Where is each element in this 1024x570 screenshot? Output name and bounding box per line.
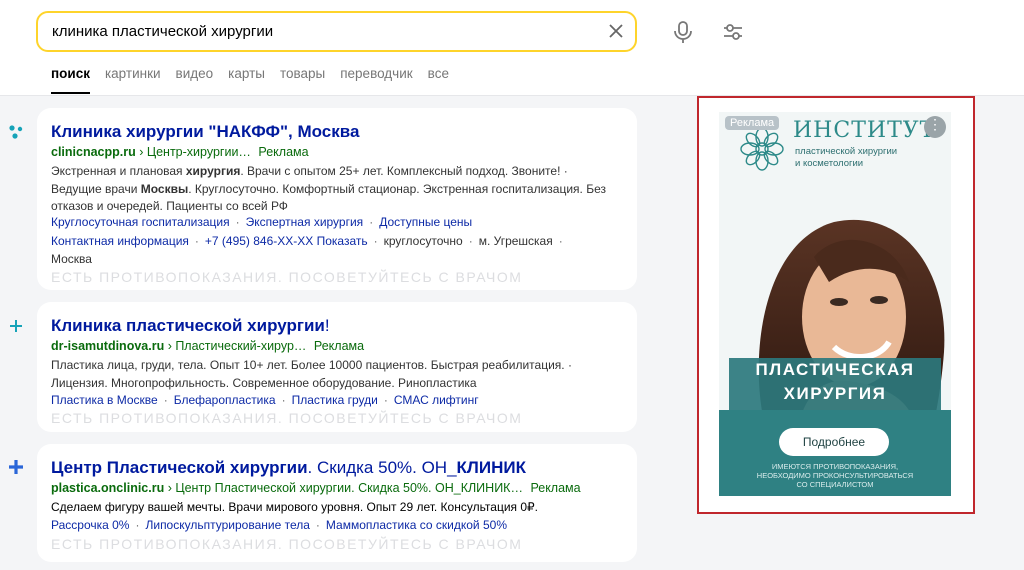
ad-footer: Подробнее ИМЕЮТСЯ ПРОТИВОПОКАЗАНИЯ, НЕОБХ… xyxy=(719,410,951,496)
ad-block-highlight: ИНСТИТУТ пластической хирургии и косметол… xyxy=(697,96,975,514)
display-ad[interactable]: ИНСТИТУТ пластической хирургии и косметол… xyxy=(719,112,951,496)
result-title[interactable]: Центр Пластической хирургии. Скидка 50%.… xyxy=(51,458,526,478)
result-title[interactable]: Клиника хирургии "НАКФФ", Москва xyxy=(51,122,359,142)
tab-translator[interactable]: переводчик xyxy=(340,66,412,94)
sitelink[interactable]: СМАС лифтинг xyxy=(394,393,479,407)
search-tabs: поиск картинки видео карты товары перево… xyxy=(51,66,464,94)
tab-video[interactable]: видео xyxy=(176,66,214,94)
search-input[interactable]: клиника пластической хирургии xyxy=(36,11,637,52)
result-url[interactable]: plastica.onclinic.ru › Центр Пластическо… xyxy=(51,481,581,495)
contact-link[interactable]: Контактная информация xyxy=(51,234,189,248)
search-result: Клиника хирургии "НАКФФ", Москва clinicn… xyxy=(37,108,637,290)
result-url[interactable]: clinicnacpp.ru › Центр-хирургии… Реклама xyxy=(51,145,309,159)
header: клиника пластической хирургии поиск карт… xyxy=(0,0,1024,96)
close-icon[interactable] xyxy=(607,22,625,40)
ad-brand: ИНСТИТУТ xyxy=(793,118,936,143)
city: Москва xyxy=(51,252,92,266)
plus-icon xyxy=(10,320,22,332)
ad-badge: Реклама xyxy=(313,339,365,353)
sitelink[interactable]: Липоскульптурирование тела xyxy=(145,518,309,532)
search-result: Клиника пластической хирургии! dr-isamut… xyxy=(37,302,637,432)
ad-disclaimer: ИМЕЮТСЯ ПРОТИВОПОКАЗАНИЯ, НЕОБХОДИМО ПРОК… xyxy=(756,462,914,489)
ad-subtitle: пластической хирургии и косметологии xyxy=(795,146,898,169)
phone-link[interactable]: +7 (495) 846-ХХ-ХХ Показать xyxy=(205,234,368,248)
tab-products[interactable]: товары xyxy=(280,66,325,94)
disclaimer: ЕСТЬ ПРОТИВОПОКАЗАНИЯ. ПОСОВЕТУЙТЕСЬ С В… xyxy=(51,410,523,426)
cluster-icon xyxy=(9,125,23,139)
sitelink[interactable]: Экспертная хирургия xyxy=(246,215,364,229)
more-icon[interactable]: ⋮ xyxy=(924,116,946,138)
result-url[interactable]: dr-isamutdinova.ru › Пластический-хирур…… xyxy=(51,339,364,353)
sitelinks: Круглосуточная госпитализация · Экспертная… xyxy=(51,215,473,229)
flower-logo-icon xyxy=(740,127,784,171)
sitelinks: Пластика в Москве · Блефаропластика · Пласти… xyxy=(51,393,479,407)
ad-label: Реклама xyxy=(725,116,780,130)
sitelink[interactable]: Рассрочка 0% xyxy=(51,518,129,532)
contact-row: Контактная информация · +7 (495) 846-ХХ-ХХ… xyxy=(51,234,563,248)
result-snippet: Сделаем фигуру вашей мечты. Врачи мирово… xyxy=(51,500,538,514)
result-snippet: Пластика лица, груди, тела. Опыт 10+ лет… xyxy=(51,358,572,390)
tab-maps[interactable]: карты xyxy=(228,66,265,94)
sitelink[interactable]: Пластика груди xyxy=(292,393,378,407)
more-button[interactable]: Подробнее xyxy=(779,428,889,456)
search-query[interactable]: клиника пластической хирургии xyxy=(52,23,273,40)
sitelink[interactable]: Блефаропластика xyxy=(174,393,276,407)
disclaimer: ЕСТЬ ПРОТИВОПОКАЗАНИЯ. ПОСОВЕТУЙТЕСЬ С В… xyxy=(51,269,523,285)
tab-search[interactable]: поиск xyxy=(51,66,90,94)
sitelink[interactable]: Маммопластика со скидкой 50% xyxy=(326,518,507,532)
tab-images[interactable]: картинки xyxy=(105,66,161,94)
ad-badge: Реклама xyxy=(530,481,581,495)
result-snippet: Экстренная и плановая хирургия. Врачи с … xyxy=(51,164,606,213)
filters-icon[interactable] xyxy=(721,20,745,44)
metro: м. Угрешская xyxy=(478,234,553,248)
plus-blue-icon xyxy=(9,460,23,474)
microphone-icon[interactable] xyxy=(672,20,694,44)
result-title[interactable]: Клиника пластической хирургии! xyxy=(51,316,330,336)
ad-headline: ПЛАСТИЧЕСКАЯ ХИРУРГИЯ xyxy=(729,358,941,410)
ad-badge: Реклама xyxy=(258,145,309,159)
sitelink[interactable]: Доступные цены xyxy=(379,215,472,229)
disclaimer: ЕСТЬ ПРОТИВОПОКАЗАНИЯ. ПОСОВЕТУЙТЕСЬ С В… xyxy=(51,536,523,552)
sitelink[interactable]: Круглосуточная госпитализация xyxy=(51,215,230,229)
hours: круглосуточно xyxy=(383,234,463,248)
tab-all[interactable]: все xyxy=(428,66,449,94)
sitelink[interactable]: Пластика в Москве xyxy=(51,393,158,407)
search-result: Центр Пластической хирургии. Скидка 50%.… xyxy=(37,444,637,562)
sitelinks: Рассрочка 0% · Липоскульптурирование тела ·… xyxy=(51,518,507,532)
